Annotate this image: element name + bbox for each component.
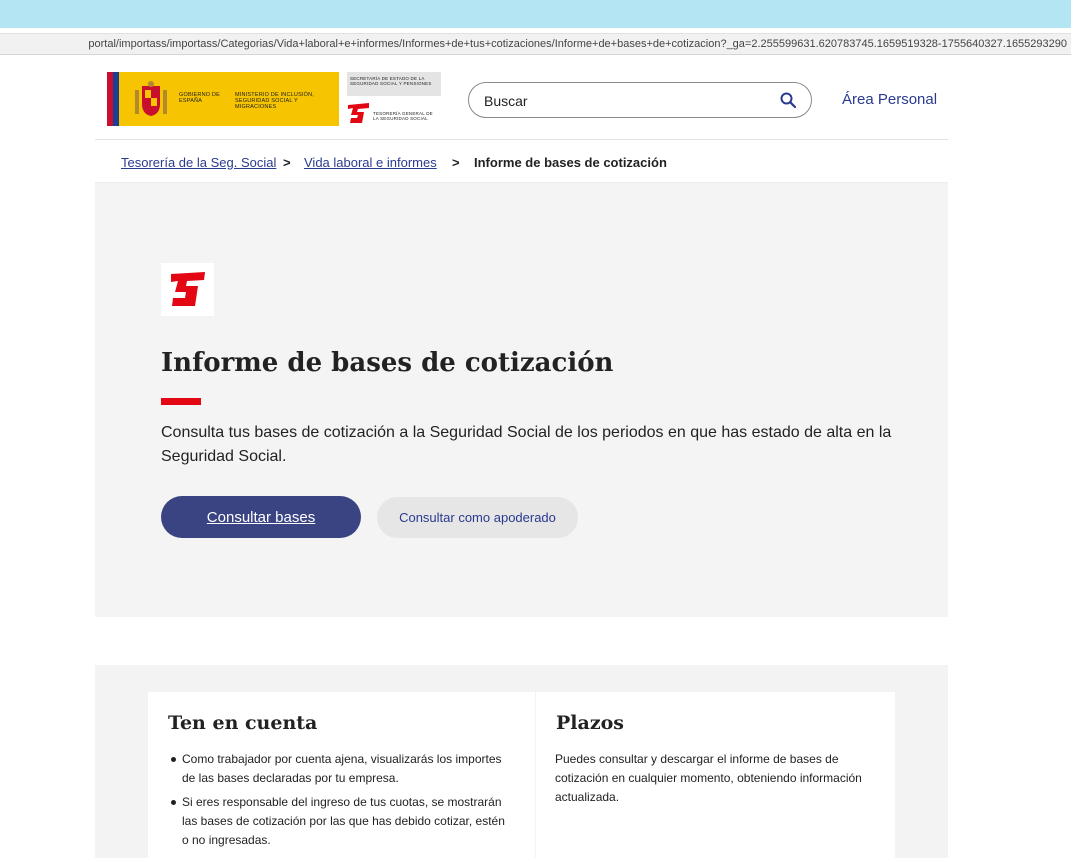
consultar-apoderado-button[interactable]: Consultar como apoderado: [377, 497, 578, 538]
breadcrumb-current: Informe de bases de cotización: [474, 155, 667, 170]
logo-ministerio-text: MINISTERIO DE INCLUSIÓN, SEGURIDAD SOCIA…: [235, 92, 315, 110]
ten-en-cuenta-title: Ten en cuenta: [168, 712, 318, 734]
logo-secretaria-text: SECRETARÍA DE ESTADO DE LA SEGURIDAD SOC…: [350, 76, 432, 86]
browser-top-bar: [0, 0, 1071, 28]
hero-section: Informe de bases de cotización Consulta …: [95, 183, 948, 617]
plazos-card: Plazos Puedes consultar y descargar el i…: [536, 692, 895, 858]
breadcrumb-separator: >: [283, 155, 291, 170]
search-icon[interactable]: [779, 91, 797, 109]
flag-blue-stripe: [113, 72, 119, 126]
tgss-mini-logo-icon: [348, 103, 369, 123]
search-input[interactable]: Buscar: [468, 82, 812, 118]
tgss-logo-icon: [171, 272, 205, 306]
address-url: portal/importass/importass/Categorias/Vi…: [88, 38, 1067, 50]
breadcrumb-link-tesoreria[interactable]: Tesorería de la Seg. Social: [121, 155, 276, 170]
header-divider: [95, 139, 948, 140]
plazos-text: Puedes consultar y descargar el informe …: [555, 752, 862, 804]
title-accent-bar: [161, 398, 201, 405]
consultar-bases-button[interactable]: Consultar bases: [161, 496, 361, 538]
coat-of-arms-icon: [135, 81, 167, 116]
info-section: Ten en cuenta Como trabajador por cuenta…: [95, 665, 948, 858]
list-item: Si eres responsable del ingreso de tus c…: [168, 793, 508, 850]
tgss-logo: [161, 263, 214, 316]
logo-gobierno-text: GOBIERNO DE ESPAÑA: [179, 92, 221, 104]
ten-en-cuenta-list: Como trabajador por cuenta ajena, visual…: [168, 750, 508, 855]
ten-en-cuenta-card: Ten en cuenta Como trabajador por cuenta…: [148, 692, 535, 858]
search-placeholder: Buscar: [484, 93, 528, 109]
logo-tesoreria-text: TESORERÍA GENERAL DE LA SEGURIDAD SOCIAL: [373, 111, 433, 121]
plazos-title: Plazos: [556, 712, 624, 734]
list-item: Como trabajador por cuenta ajena, visual…: [168, 750, 508, 788]
page-description: Consulta tus bases de cotización a la Se…: [161, 424, 892, 465]
page-title: Informe de bases de cotización: [161, 348, 614, 378]
address-bar[interactable]: portal/importass/importass/Categorias/Vi…: [0, 33, 1071, 55]
breadcrumb-link-vida-laboral[interactable]: Vida laboral e informes: [304, 155, 437, 170]
government-logo[interactable]: GOBIERNO DE ESPAÑA MINISTERIO DE INCLUSI…: [107, 72, 441, 126]
breadcrumb-separator: >: [452, 155, 460, 170]
area-personal-link[interactable]: Área Personal: [842, 91, 937, 108]
